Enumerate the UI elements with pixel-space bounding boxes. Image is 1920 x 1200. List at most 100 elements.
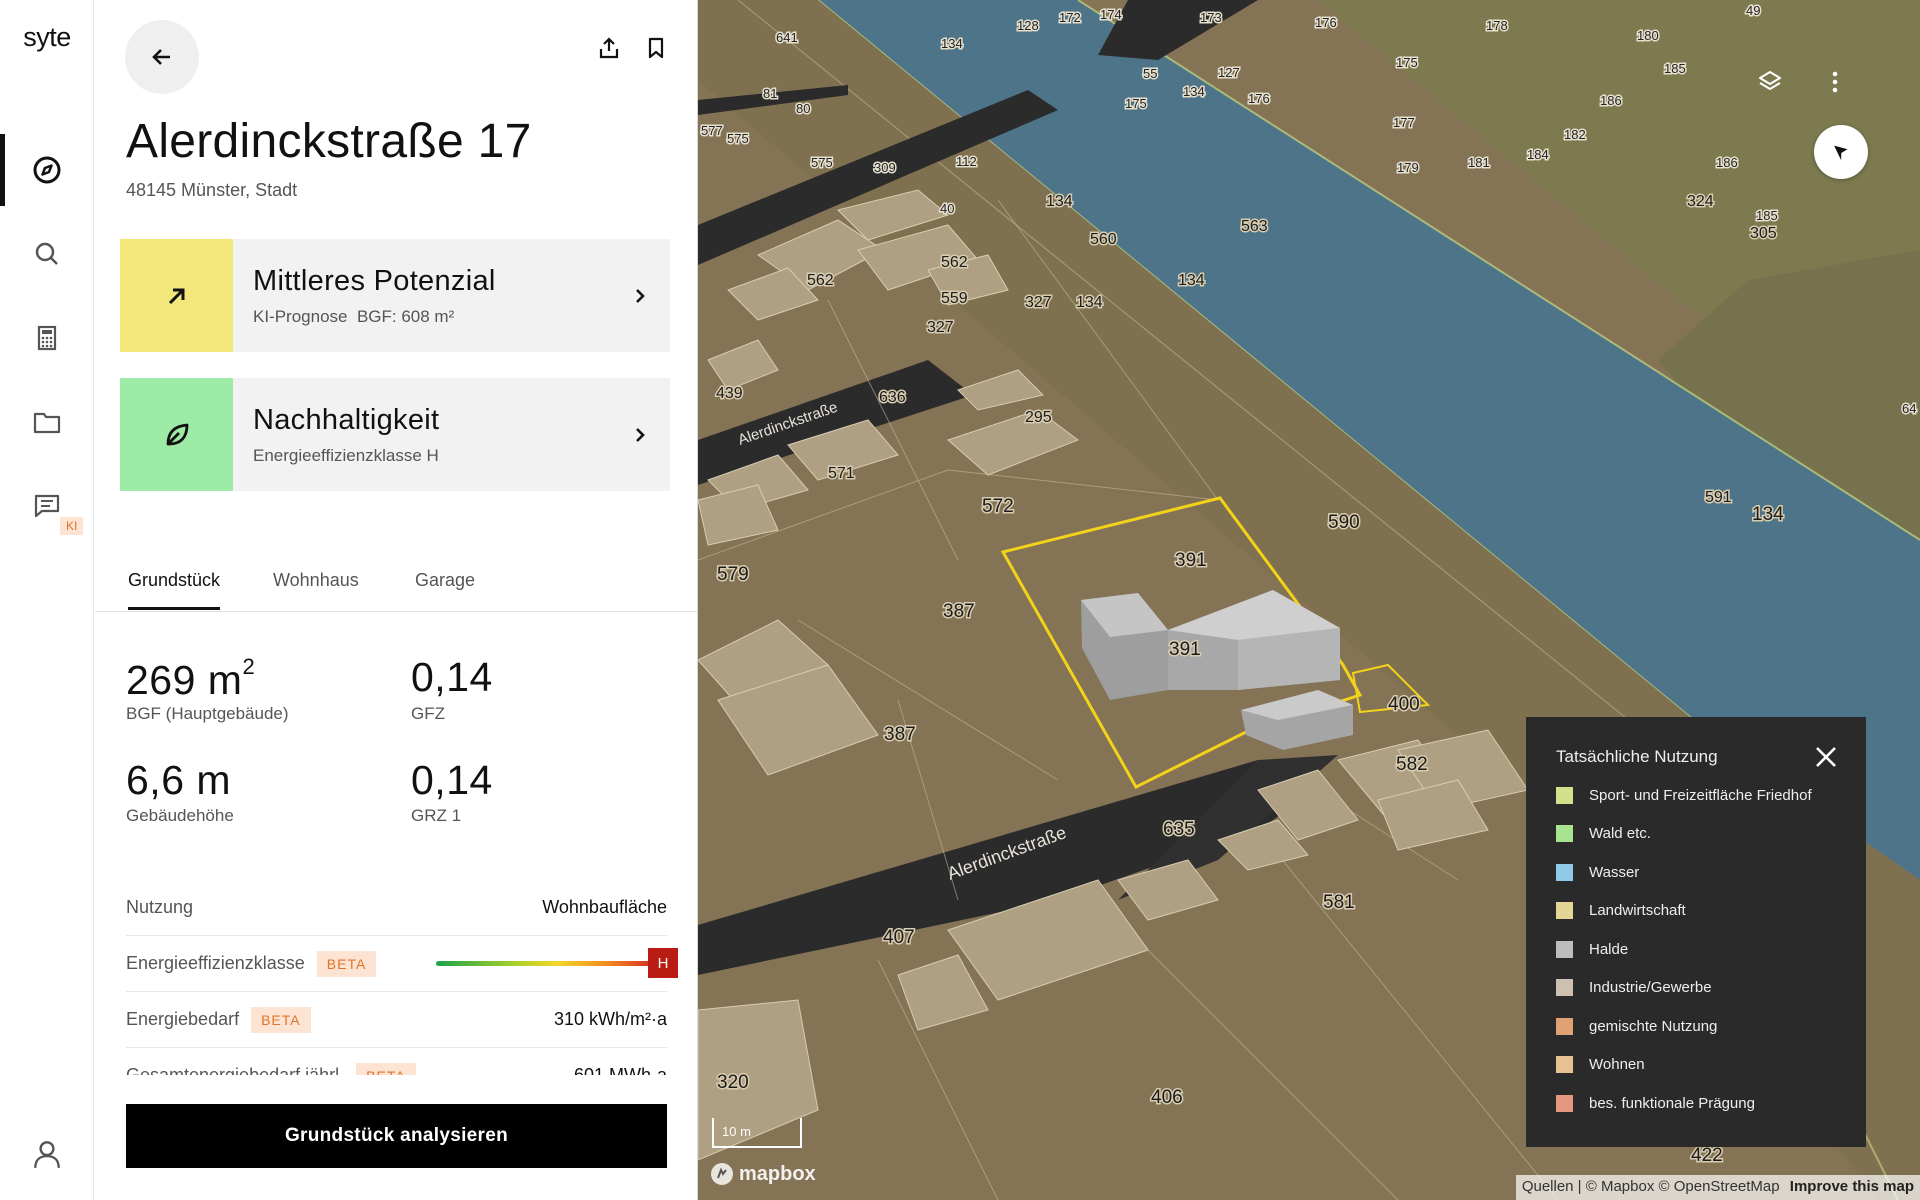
beta-badge: BETA — [316, 950, 377, 977]
parcel-number-label: 49 — [1746, 3, 1760, 18]
legend-swatch — [1556, 941, 1573, 958]
parcel-number-label: 172 — [1059, 10, 1081, 25]
parcel-number-label: 40 — [940, 201, 954, 216]
row-nutzung-label: Nutzung — [126, 897, 194, 917]
parcel-number-label: 422 — [1691, 1145, 1723, 1166]
parcel-number-label: 575 — [811, 155, 833, 170]
parcel-number-label: 134 — [1178, 272, 1205, 289]
potential-card[interactable]: Mittleres Potenzial KI-Prognose BGF: 608… — [120, 239, 670, 352]
beta-badge: BETA — [251, 1006, 311, 1033]
parcel-number-label: 184 — [1527, 147, 1549, 162]
map-view[interactable]: 641 134 128 172 174 173 176 178 180 49 81 80 575 575 5… — [698, 0, 1920, 1200]
parcel-number-label: 400 — [1388, 694, 1420, 715]
parcel-number-label: 176 — [1248, 91, 1270, 106]
parcel-number-label: 182 — [1564, 127, 1586, 142]
parcel-number-label: 560 — [1090, 231, 1117, 248]
app-root: syte KI Alerdinckstraße 17 48145 Münster… — [0, 0, 1920, 1200]
metric-grz-value: 0,14 — [411, 757, 493, 803]
share-button[interactable] — [593, 32, 625, 64]
parcel-number-label: 391 — [1169, 639, 1201, 660]
parcel-number-label: 305 — [1750, 225, 1777, 242]
back-button[interactable] — [125, 20, 199, 94]
address-title: Alerdinckstraße 17 — [126, 115, 532, 168]
legend-close-button[interactable] — [1814, 745, 1838, 769]
tab-garage[interactable]: Garage — [415, 570, 475, 607]
rail-item-calculator[interactable] — [0, 302, 94, 374]
calculator-icon — [37, 325, 57, 351]
metric-bgf-label: BGF (Hauptgebäude) — [126, 704, 289, 723]
chat-icon — [34, 494, 60, 518]
parcel-number-label: 641 — [776, 30, 798, 45]
parcel-number-label: 439 — [716, 385, 743, 402]
rail-item-projects[interactable] — [0, 386, 94, 458]
parcel-number-label: 186 — [1600, 93, 1622, 108]
rail-item-profile[interactable] — [0, 1118, 94, 1190]
parcel-number-label: 406 — [1151, 1087, 1183, 1108]
parcel-number-label: 391 — [1175, 550, 1207, 571]
parcel-number-label: 134 — [1046, 193, 1073, 210]
more-options-button[interactable] — [1820, 62, 1850, 102]
row-nutzung-value: Wohnbaufläche — [542, 897, 667, 917]
parcel-number-label: 579 — [717, 564, 749, 585]
layers-icon — [1759, 71, 1781, 90]
row-energiebedarf-value: 310 kWh/m²·a — [553, 1009, 667, 1029]
details-panel: Alerdinckstraße 17 48145 Münster, Stadt … — [95, 0, 698, 1200]
potential-card-title: Mittleres Potenzial — [253, 264, 496, 297]
metric-height-label: Gebäudehöhe — [126, 806, 234, 825]
legend-panel: Tatsächliche Nutzung Sport- und Freizeit… — [1526, 717, 1866, 1147]
parcel-number-label: 55 — [1143, 66, 1157, 81]
rail-item-search[interactable] — [0, 218, 94, 290]
parcel-number-label: 134 — [1076, 294, 1103, 311]
legend-swatch — [1556, 1018, 1573, 1035]
search-icon — [35, 242, 58, 265]
sustainability-card[interactable]: Nachhaltigkeit Energieeffizienzklasse H — [120, 378, 670, 491]
map-scale: 10 m — [712, 1118, 802, 1148]
metric-gfz-label: GFZ — [411, 704, 445, 723]
map-attribution[interactable]: Quellen | © Mapbox © OpenStreetMap Impro… — [1515, 1175, 1920, 1200]
compass-button[interactable] — [1814, 125, 1868, 179]
legend-swatch — [1556, 902, 1573, 919]
row-energiebedarf: Energiebedarf BETA 310 kWh/m²·a — [126, 992, 667, 1048]
analyze-button[interactable]: Grundstück analysieren — [126, 1104, 667, 1168]
parcel-number-label: 562 — [941, 254, 968, 271]
legend-item: Sport- und Freizeitfläche Friedhof — [1556, 787, 1812, 804]
row-energiebedarf-label: Energiebedarf — [126, 1009, 240, 1029]
parcel-number-label: 387 — [884, 724, 916, 745]
improve-map-link[interactable]: Improve this map — [1790, 1178, 1914, 1195]
folder-icon — [33, 412, 61, 434]
attribution-text[interactable]: Quellen | © Mapbox © OpenStreetMap — [1522, 1178, 1780, 1195]
mapbox-logo[interactable]: mapbox — [710, 1162, 816, 1186]
legend-item: bes. funktionale Prägung — [1556, 1095, 1755, 1112]
parcel-number-label: 134 — [1183, 84, 1205, 99]
parcel-number-label: 387 — [943, 601, 975, 622]
parcel-number-label: 175 — [1396, 55, 1418, 70]
bookmark-button[interactable] — [640, 32, 672, 64]
parcel-number-label: 180 — [1637, 28, 1659, 43]
parcel-number-label: 327 — [927, 319, 954, 336]
parcel-number-label: 127 — [1218, 65, 1240, 80]
legend-swatch — [1556, 825, 1573, 842]
rail-item-explore[interactable] — [0, 134, 94, 206]
row-nutzung: Nutzung Wohnbaufläche — [126, 880, 667, 936]
tab-wohnhaus[interactable]: Wohnhaus — [273, 570, 359, 607]
parcel-number-label: 80 — [796, 101, 810, 116]
tab-grundstueck[interactable]: Grundstück — [128, 570, 221, 610]
share-icon — [599, 37, 619, 59]
legend-item: Wohnen — [1556, 1056, 1645, 1073]
parcel-number-label: 407 — [883, 927, 915, 948]
row-energieklasse-label: Energieeffizienzklasse — [126, 953, 305, 973]
potential-card-icon-box — [120, 239, 233, 352]
nav-rail: syte KI — [0, 0, 94, 1200]
parcel-number-label: 173 — [1200, 10, 1222, 25]
legend-item: Wald etc. — [1556, 825, 1651, 842]
layers-button[interactable] — [1750, 62, 1790, 102]
parcel-number-label: 186 — [1716, 155, 1738, 170]
parcel-number-label: 181 — [1468, 155, 1490, 170]
legend-swatch — [1556, 979, 1573, 996]
app-logo[interactable]: syte — [0, 22, 94, 53]
sustainability-card-subtitle: Energieeffizienzklasse H — [253, 445, 439, 465]
bookmark-icon — [648, 37, 664, 59]
parcel-number-label: 327 — [1025, 294, 1052, 311]
legend-item: Halde — [1556, 941, 1628, 958]
parcel-number-label: 572 — [982, 496, 1014, 517]
